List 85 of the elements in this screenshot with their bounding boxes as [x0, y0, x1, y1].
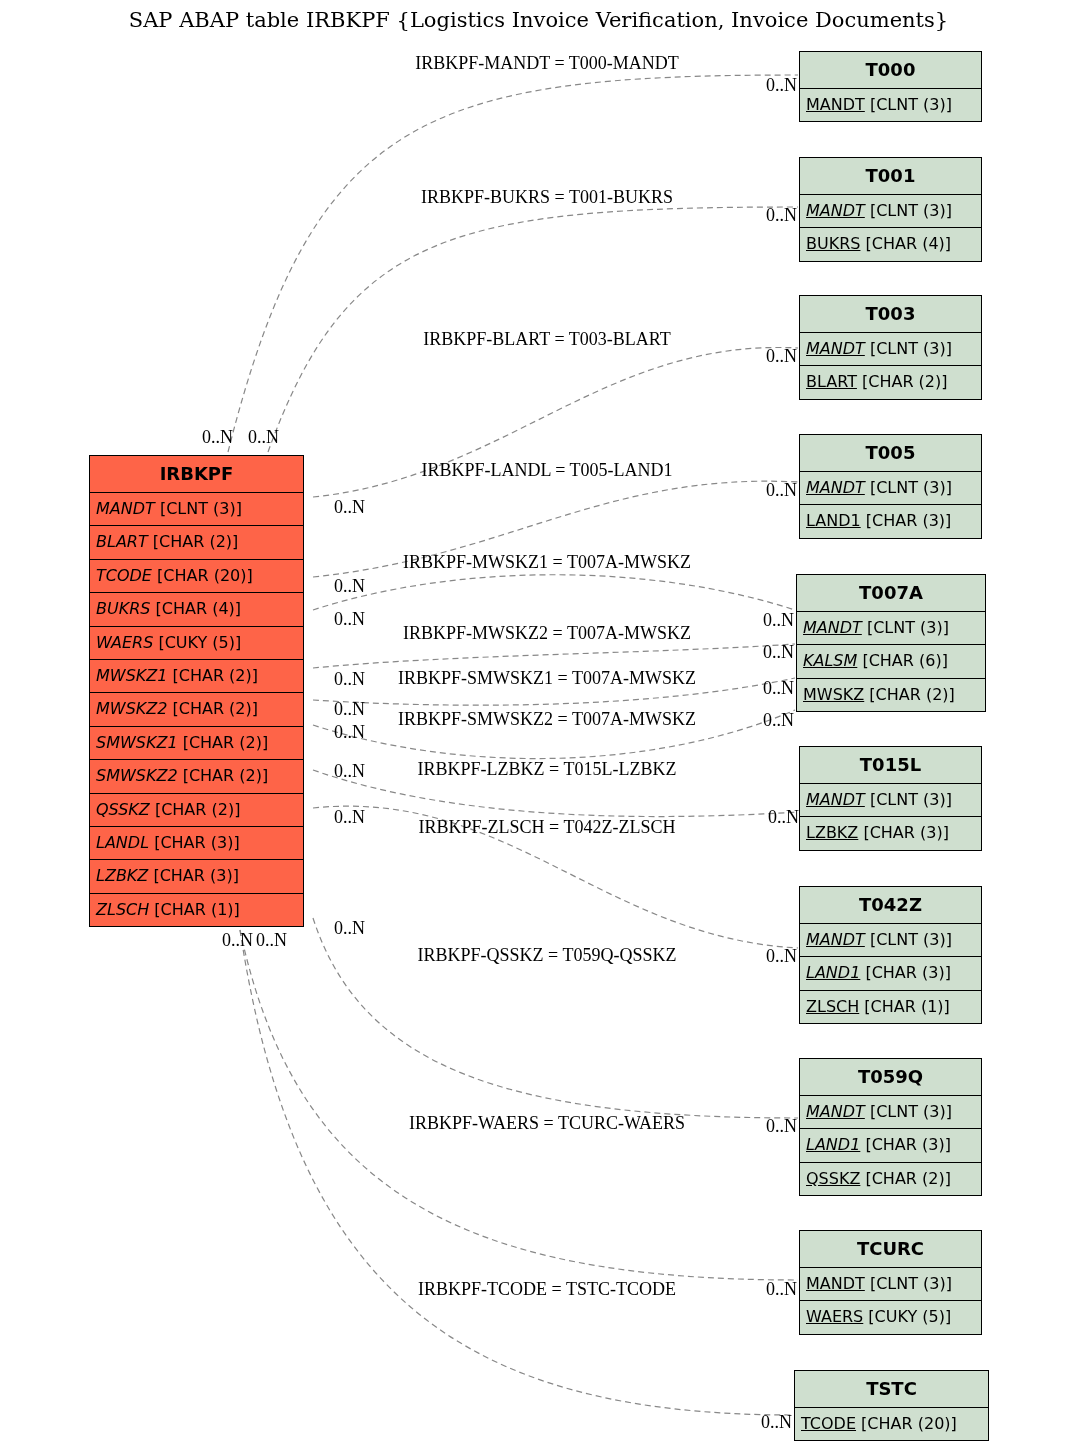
- relation-label: IRBKPF-BUKRS = T001-BUKRS: [421, 186, 673, 208]
- table-header: T001: [800, 158, 981, 195]
- cardinality-label: 0..N: [761, 1411, 792, 1433]
- cardinality-label: 0..N: [766, 74, 797, 96]
- table-header: T007A: [797, 575, 985, 612]
- relation-label: IRBKPF-ZLSCH = T042Z-ZLSCH: [418, 816, 676, 838]
- cardinality-label: 0..N: [763, 641, 794, 663]
- cardinality-label: 0..N: [766, 1115, 797, 1137]
- table-field: MWSKZ1 [CHAR (2)]: [90, 659, 303, 694]
- relation-label: IRBKPF-LZBKZ = T015L-LZBKZ: [417, 758, 677, 780]
- table-field: SMWSKZ1 [CHAR (2)]: [90, 726, 303, 761]
- table-field: LZBKZ [CHAR (3)]: [90, 860, 303, 894]
- cardinality-label: 0..N: [334, 917, 365, 939]
- table-header: T003: [800, 296, 981, 333]
- table-field: MANDT [CLNT (3)]: [800, 1268, 981, 1302]
- cardinality-label: 0..N: [334, 496, 365, 518]
- cardinality-label: 0..N: [766, 204, 797, 226]
- table-field: MANDT [CLNT (3)]: [800, 333, 981, 367]
- table-field: QSSKZ [CHAR (2)]: [800, 1162, 981, 1196]
- table-field: BUKRS [CHAR (4)]: [800, 228, 981, 261]
- table-field: MWSKZ2 [CHAR (2)]: [90, 693, 303, 727]
- table-header: T042Z: [800, 887, 981, 924]
- relation-label: IRBKPF-MANDT = T000-MANDT: [415, 52, 679, 74]
- table-field: WAERS [CUKY (5)]: [800, 1301, 981, 1334]
- table-field: BLART [CHAR (2)]: [90, 526, 303, 560]
- relation-label: IRBKPF-QSSKZ = T059Q-QSSKZ: [417, 944, 677, 966]
- table-header: T015L: [800, 747, 981, 784]
- table-field: MWSKZ [CHAR (2)]: [797, 678, 985, 712]
- table-field: MANDT [CLNT (3)]: [800, 195, 981, 229]
- cardinality-label: 0..N: [763, 709, 794, 731]
- cardinality-label: 0..N: [766, 1278, 797, 1300]
- cardinality-label: 0..N: [763, 609, 794, 631]
- cardinality-label: 0..N: [334, 721, 365, 743]
- table-field: WAERS [CUKY (5)]: [90, 626, 303, 660]
- cardinality-label: 0..N: [334, 575, 365, 597]
- relation-label: IRBKPF-WAERS = TCURC-WAERS: [409, 1112, 685, 1134]
- table-header: T000: [800, 52, 981, 89]
- table-header: T059Q: [800, 1059, 981, 1096]
- cardinality-label: 0..N: [248, 426, 279, 448]
- cardinality-label: 0..N: [334, 608, 365, 630]
- table-field: QSSKZ [CHAR (2)]: [90, 793, 303, 827]
- cardinality-label: 0..N: [334, 698, 365, 720]
- table-field: LANDL [CHAR (3)]: [90, 826, 303, 861]
- table-header: TSTC: [795, 1371, 988, 1408]
- table-field: MANDT [CLNT (3)]: [800, 784, 981, 818]
- relation-label: IRBKPF-LANDL = T005-LAND1: [421, 459, 673, 481]
- relation-label: IRBKPF-BLART = T003-BLART: [423, 328, 671, 350]
- relation-label: IRBKPF-MWSKZ1 = T007A-MWSKZ: [403, 551, 691, 573]
- table-field: LZBKZ [CHAR (3)]: [800, 817, 981, 850]
- cardinality-label: 0..N: [334, 668, 365, 690]
- cardinality-label: 0..N: [768, 806, 799, 828]
- table-header: TCURC: [800, 1231, 981, 1268]
- table-field: KALSM [CHAR (6)]: [797, 645, 985, 679]
- cardinality-label: 0..N: [256, 929, 287, 951]
- table-header: IRBKPF: [90, 456, 303, 493]
- table-field: SMWSKZ2 [CHAR (2)]: [90, 760, 303, 794]
- table-field: LAND1 [CHAR (3)]: [800, 505, 981, 538]
- table-field: ZLSCH [CHAR (1)]: [800, 990, 981, 1024]
- table-field: MANDT [CLNT (3)]: [797, 612, 985, 646]
- table-field: BLART [CHAR (2)]: [800, 366, 981, 399]
- table-field: MANDT [CLNT (3)]: [800, 89, 981, 122]
- table-field: MANDT [CLNT (3)]: [800, 472, 981, 506]
- cardinality-label: 0..N: [766, 479, 797, 501]
- cardinality-label: 0..N: [334, 760, 365, 782]
- relation-label: IRBKPF-TCODE = TSTC-TCODE: [418, 1278, 676, 1300]
- table-field: MANDT [CLNT (3)]: [90, 493, 303, 527]
- table-field: LAND1 [CHAR (3)]: [800, 1129, 981, 1163]
- relation-label: IRBKPF-SMWSKZ1 = T007A-MWSKZ: [398, 667, 696, 689]
- table-field: MANDT [CLNT (3)]: [800, 924, 981, 958]
- table-field: LAND1 [CHAR (3)]: [800, 957, 981, 991]
- diagram-title: SAP ABAP table IRBKPF {Logistics Invoice Verification, Invoice Documents}: [127, 8, 950, 32]
- cardinality-label: 0..N: [334, 806, 365, 828]
- relation-label: IRBKPF-SMWSKZ2 = T007A-MWSKZ: [398, 708, 696, 730]
- table-field: TCODE [CHAR (20)]: [90, 559, 303, 594]
- cardinality-label: 0..N: [766, 945, 797, 967]
- table-header: T005: [800, 435, 981, 472]
- cardinality-label: 0..N: [202, 426, 233, 448]
- table-field: MANDT [CLNT (3)]: [800, 1096, 981, 1130]
- table-field: TCODE [CHAR (20)]: [795, 1408, 988, 1441]
- cardinality-label: 0..N: [763, 677, 794, 699]
- cardinality-label: 0..N: [766, 345, 797, 367]
- table-field: ZLSCH [CHAR (1)]: [90, 893, 303, 927]
- table-field: BUKRS [CHAR (4)]: [90, 593, 303, 627]
- cardinality-label: 0..N: [222, 929, 253, 951]
- relation-label: IRBKPF-MWSKZ2 = T007A-MWSKZ: [403, 622, 691, 644]
